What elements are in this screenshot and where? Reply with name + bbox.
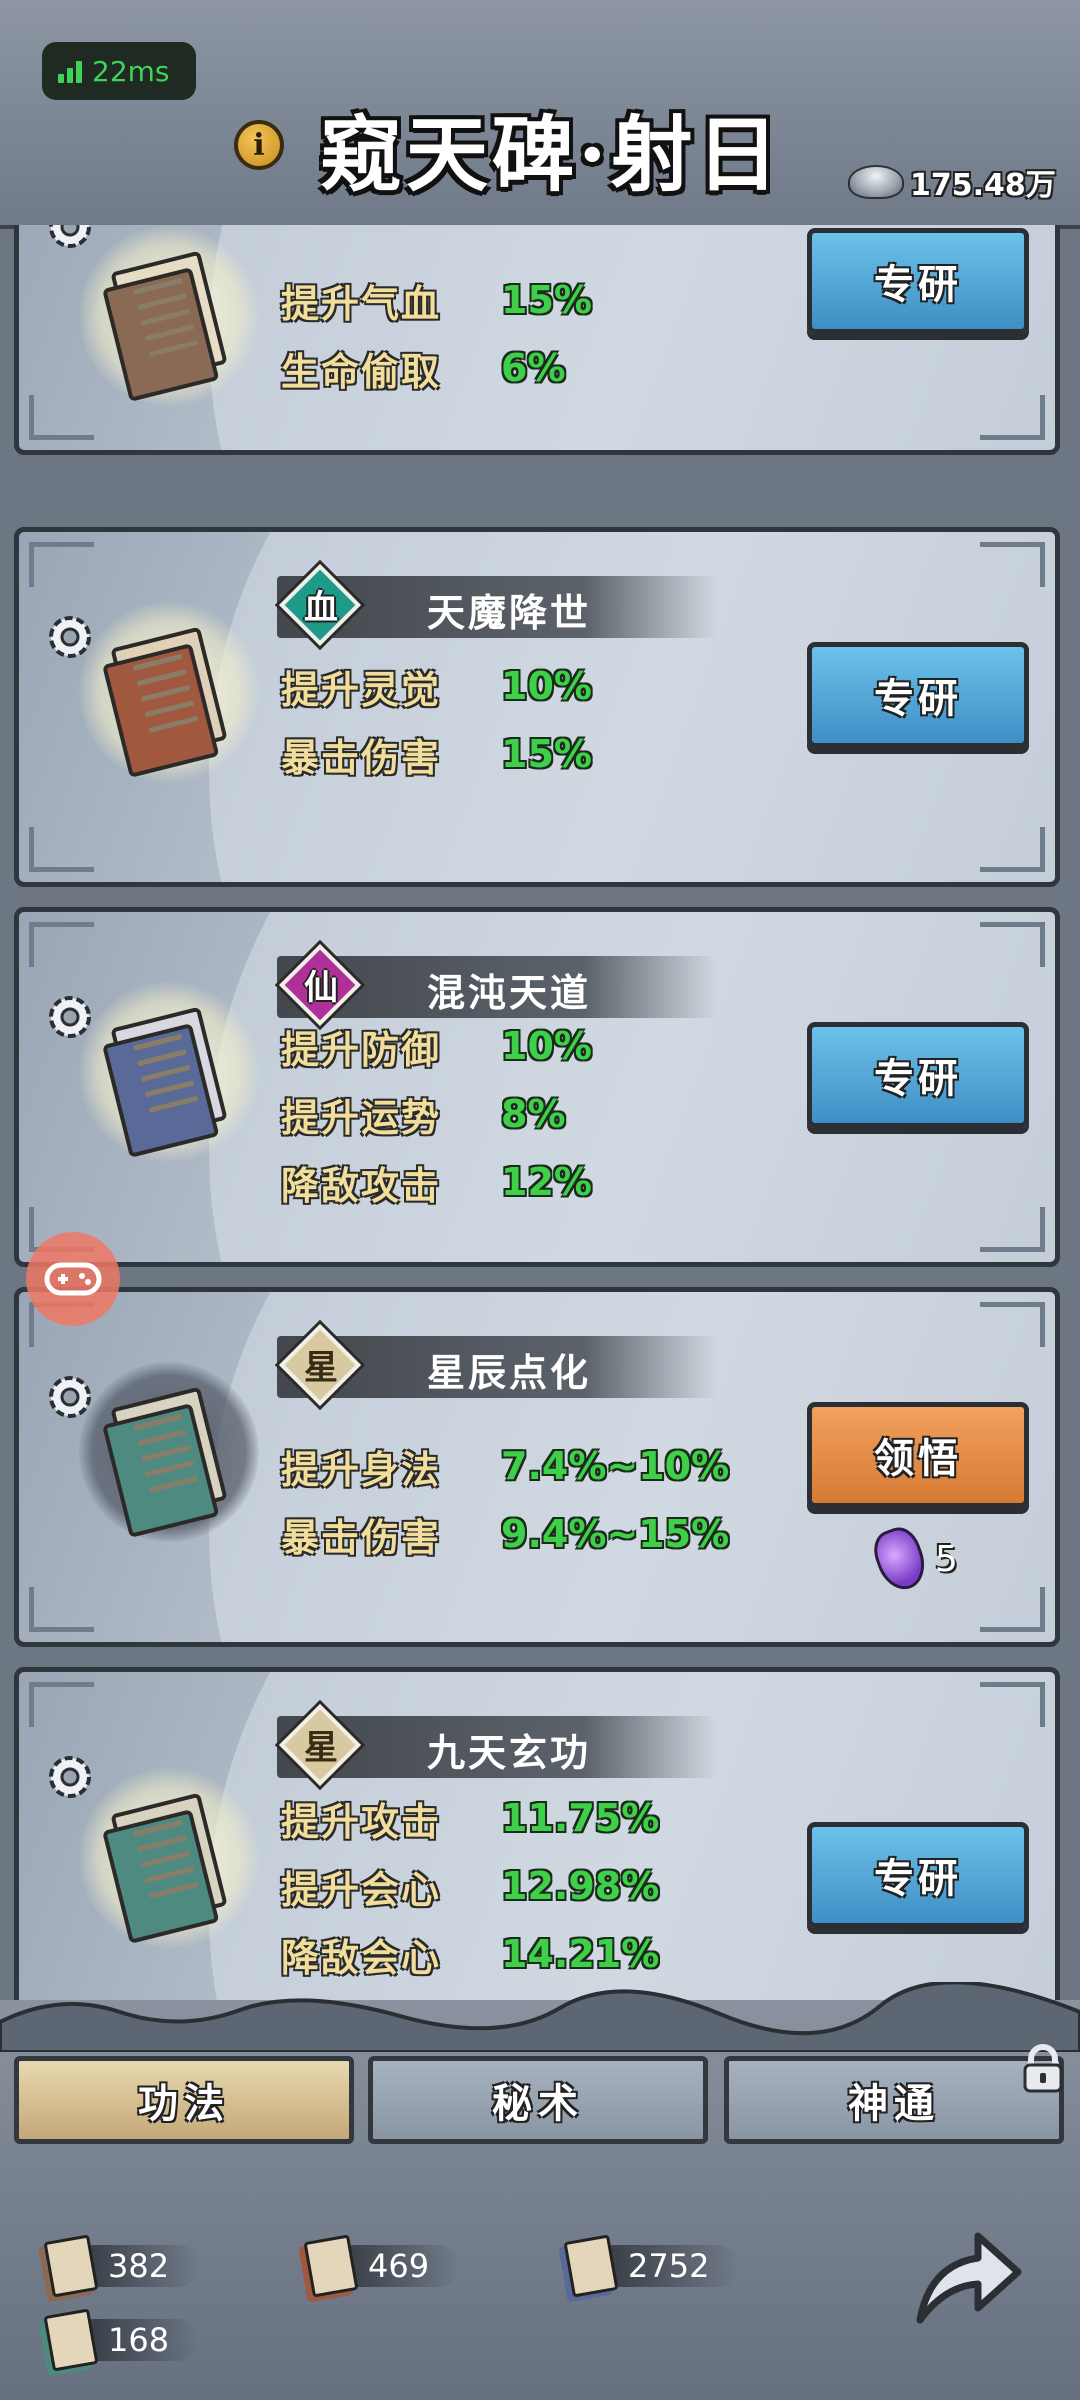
research-button[interactable]: 专研 bbox=[807, 1822, 1029, 1928]
stat-row: 提升气血 15% bbox=[281, 278, 592, 326]
skill-name: 天魔降世 bbox=[427, 590, 592, 635]
research-button[interactable]: 专研 bbox=[807, 228, 1029, 334]
info-icon[interactable]: i bbox=[234, 120, 284, 170]
header-bar: i 窥天碑·射日 175.48万 bbox=[0, 0, 1080, 229]
skill-card: 混沌天道 仙 提升防御 10% 提升运势 8% 降敌攻击 12% 专研 bbox=[14, 907, 1060, 1267]
cost-display: 5 bbox=[867, 1522, 958, 1596]
tab-gongfa[interactable]: 功法 bbox=[14, 2056, 354, 2144]
currency-amount: 175.48万 bbox=[910, 168, 1056, 203]
network-ping-indicator: 22ms bbox=[42, 42, 196, 100]
stat-row: 提升会心 12.98% bbox=[281, 1864, 660, 1912]
scroll-book-icon bbox=[303, 2234, 359, 2298]
page-title: 窥天碑·射日 bbox=[320, 107, 783, 203]
skill-name: 九天玄功 bbox=[427, 1730, 592, 1775]
resource-amount: 2752 bbox=[628, 2247, 710, 2285]
scroll-book-icon bbox=[43, 2234, 99, 2298]
stat-list: 提升气血 15% 生命偷取 6% bbox=[281, 266, 592, 402]
stat-row: 降敌攻击 12% bbox=[281, 1160, 592, 1208]
stat-list: 提升灵觉 10% 暴击伤害 15% bbox=[281, 652, 592, 788]
ping-value: 22ms bbox=[92, 54, 170, 88]
stat-row: 提升防御 10% bbox=[281, 1024, 592, 1072]
rarity-badge: 血 bbox=[278, 563, 362, 647]
rarity-badge: 星 bbox=[278, 1323, 362, 1407]
stat-list: 提升攻击 11.75% 提升会心 12.98% 降敌会心 14.21% bbox=[281, 1784, 659, 1988]
stat-row: 提升攻击 11.75% bbox=[281, 1796, 660, 1844]
purple-potion-icon bbox=[867, 1522, 933, 1596]
frame-corner bbox=[29, 395, 94, 440]
skill-card: 九天玄功 星 提升攻击 11.75% 提升会心 12.98% 降敌会心 14.21% … bbox=[14, 1667, 1060, 2005]
resource-item: 469 bbox=[303, 2234, 460, 2298]
frame-corner bbox=[980, 395, 1045, 440]
lock-icon bbox=[1016, 2042, 1070, 2096]
rarity-badge: 星 bbox=[278, 1703, 362, 1787]
tab-mishu[interactable]: 秘术 bbox=[368, 2056, 708, 2144]
skill-card: 提升气血 15% 生命偷取 6% 专研 bbox=[14, 225, 1060, 455]
stat-row: 提升身法 7.4%~10% bbox=[281, 1444, 730, 1492]
signal-icon bbox=[58, 59, 82, 83]
stat-row: 提升运势 8% bbox=[281, 1092, 566, 1140]
skill-name: 混沌天道 bbox=[427, 970, 592, 1015]
tab-shentong[interactable]: 神通 bbox=[724, 2056, 1064, 2144]
research-button[interactable]: 专研 bbox=[807, 642, 1029, 748]
stat-list: 提升身法 7.4%~10% 暴击伤害 9.4%~15% bbox=[281, 1432, 729, 1568]
stat-row: 提升灵觉 10% bbox=[281, 664, 592, 712]
resource-item: 168 bbox=[43, 2308, 200, 2372]
skill-name: 星辰点化 bbox=[427, 1350, 592, 1395]
scroll-book-icon bbox=[79, 226, 259, 406]
scroll-book-icon bbox=[43, 2308, 99, 2372]
stat-row: 暴击伤害 15% bbox=[281, 732, 592, 780]
resource-amount: 469 bbox=[368, 2247, 430, 2285]
gamepad-icon[interactable] bbox=[26, 1232, 120, 1326]
research-button[interactable]: 专研 bbox=[807, 1022, 1029, 1128]
skill-card-list[interactable]: 提升气血 15% 生命偷取 6% 专研 天魔降世 血 提升灵觉 10% 暴击伤害 15%… bbox=[0, 225, 1080, 2005]
stat-row: 生命偷取 6% bbox=[281, 346, 566, 394]
gear-icon[interactable] bbox=[43, 225, 97, 254]
skill-card: 星辰点化 星 提升身法 7.4%~10% 暴击伤害 9.4%~15% 领悟 5 bbox=[14, 1287, 1060, 1647]
scroll-book-icon bbox=[79, 602, 259, 782]
stat-list: 提升防御 10% 提升运势 8% 降敌攻击 12% bbox=[281, 1012, 592, 1216]
resource-amount: 382 bbox=[108, 2247, 170, 2285]
gear-icon[interactable] bbox=[43, 1750, 97, 1804]
resource-item: 382 bbox=[43, 2234, 200, 2298]
stat-row: 暴击伤害 9.4%~15% bbox=[281, 1512, 730, 1560]
cost-amount: 5 bbox=[935, 1538, 958, 1580]
skill-card: 天魔降世 血 提升灵觉 10% 暴击伤害 15% 专研 bbox=[14, 527, 1060, 887]
resource-item: 2752 bbox=[563, 2234, 740, 2298]
resource-amount: 168 bbox=[108, 2321, 170, 2359]
scroll-book-icon bbox=[563, 2234, 619, 2298]
comprehend-button[interactable]: 领悟 bbox=[807, 1402, 1029, 1508]
share-arrow-icon[interactable] bbox=[900, 2210, 1030, 2340]
scroll-book-icon bbox=[79, 1362, 259, 1542]
currency-display: 175.48万 bbox=[848, 160, 1056, 204]
scroll-book-icon bbox=[79, 982, 259, 1162]
stat-row: 降敌会心 14.21% bbox=[281, 1932, 660, 1980]
silver-ingot-icon bbox=[848, 165, 904, 199]
scroll-book-icon bbox=[79, 1768, 259, 1948]
